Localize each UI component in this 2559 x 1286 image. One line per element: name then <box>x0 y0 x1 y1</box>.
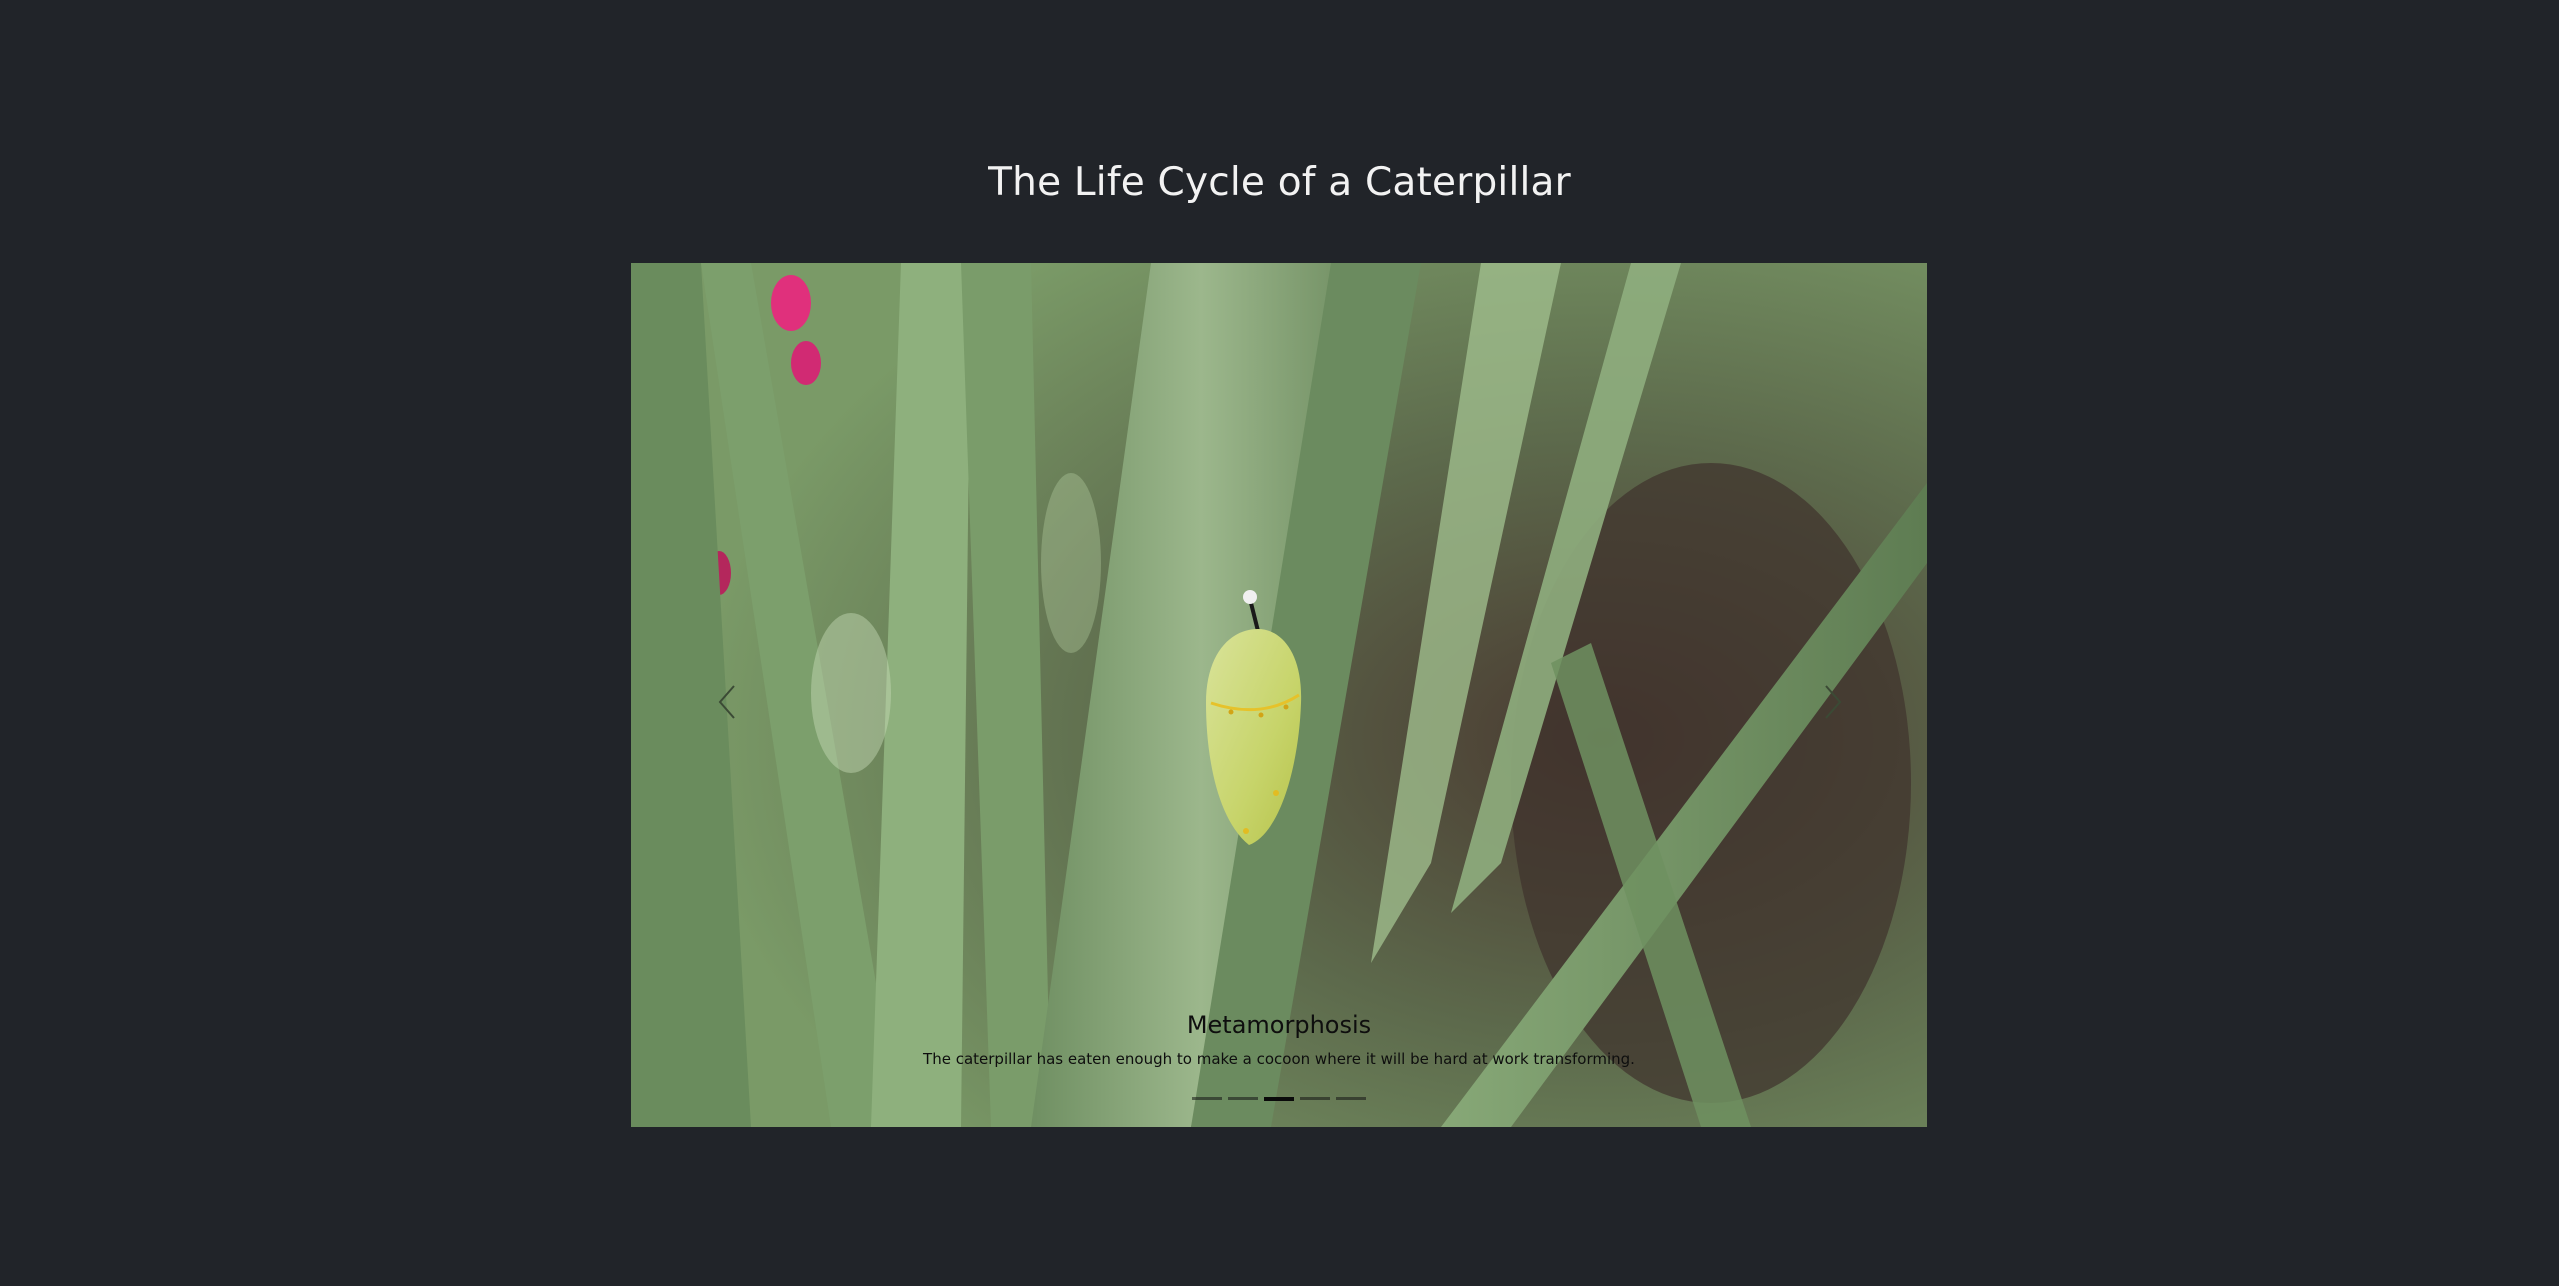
carousel-indicator-1[interactable] <box>1192 1097 1222 1100</box>
chevron-right-icon <box>1825 685 1842 719</box>
slide-image <box>631 263 1927 1127</box>
carousel-prev-button[interactable] <box>708 672 748 732</box>
carousel-indicator-4[interactable] <box>1300 1097 1330 1100</box>
carousel-indicator-3[interactable] <box>1264 1097 1294 1101</box>
slide-caption-title: Metamorphosis <box>1186 1011 1372 1039</box>
slide-caption-text: The caterpillar has eaten enough to make… <box>923 1050 1635 1068</box>
chevron-left-icon <box>718 685 735 719</box>
page-title: The Life Cycle of a Caterpillar <box>988 160 1571 205</box>
carousel-next-button[interactable] <box>1812 672 1852 732</box>
carousel-indicators <box>1192 1097 1366 1103</box>
image-carousel <box>631 263 1927 1127</box>
carousel-indicator-2[interactable] <box>1228 1097 1258 1100</box>
carousel-indicator-5[interactable] <box>1336 1097 1366 1100</box>
